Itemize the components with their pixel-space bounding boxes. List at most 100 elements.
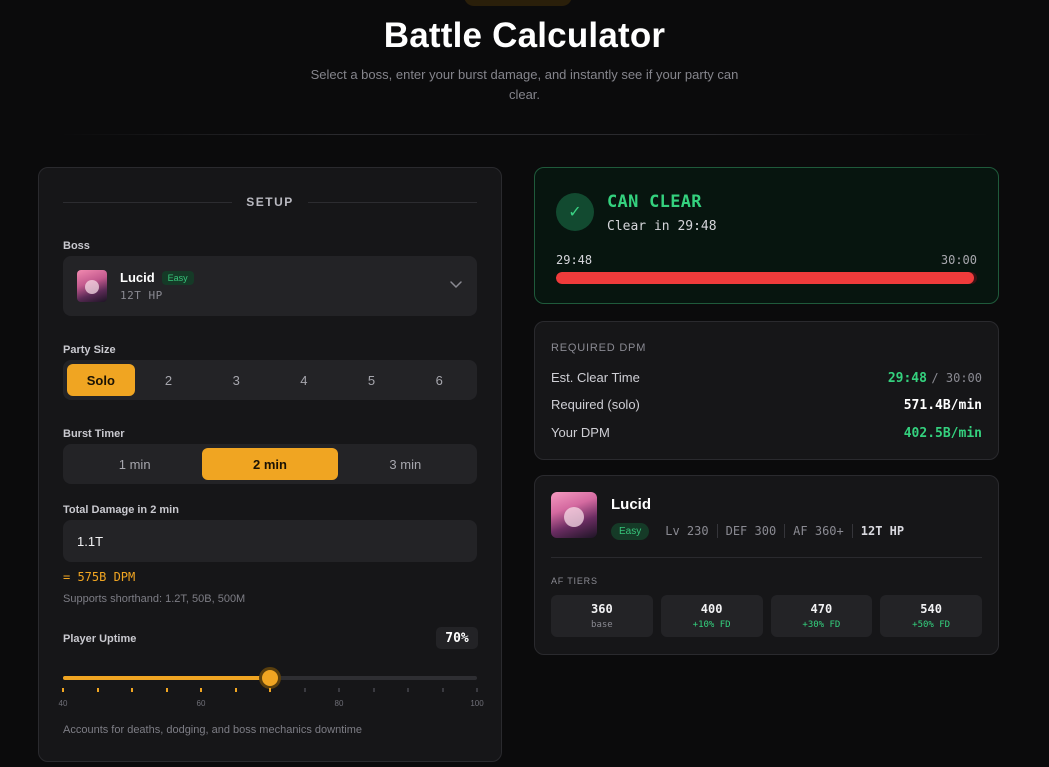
af-tier-value: 540 <box>920 602 942 616</box>
player-uptime-label: Player Uptime <box>63 633 137 645</box>
clear-time-value: 29:48 <box>887 371 927 386</box>
party-size-option-2[interactable]: 2 <box>135 364 203 396</box>
af-tier-bonus: +50% FD <box>912 620 951 630</box>
slider-tick <box>441 688 444 692</box>
uptime-hint: Accounts for deaths, dodging, and boss m… <box>63 724 363 736</box>
boss-card-name: Lucid <box>611 496 651 513</box>
shorthand-hint: Supports shorthand: 1.2T, 50B, 500M <box>63 593 246 605</box>
your-dpm-row: Your DPM 402.5B/min <box>551 425 982 441</box>
af-tier-bonus: +10% FD <box>692 620 731 630</box>
slider-tick <box>407 688 409 692</box>
burst-timer-label: Burst Timer <box>63 428 125 440</box>
party-size-label: Party Size <box>63 344 116 356</box>
total-damage-input[interactable] <box>63 520 477 562</box>
boss-label: Boss <box>63 240 90 252</box>
result-card: ✓ CAN CLEAR Clear in 29:48 29:48 30:00 <box>534 167 999 304</box>
boss-info: Lucid Easy 12T HP <box>120 270 194 302</box>
clear-time-row: Est. Clear Time 29:48 / 30:00 <box>551 369 982 387</box>
burst-timer-selector: 1 min 2 min 3 min <box>63 444 477 484</box>
boss-info-card: Lucid Easy Lv 230 DEF 300 AF 360+ 12T HP… <box>534 475 999 655</box>
uptime-slider[interactable] <box>63 667 477 689</box>
af-tier-470: 470 +30% FD <box>770 595 873 637</box>
total-damage-label: Total Damage in 2 min <box>63 504 179 516</box>
af-tier-value: 470 <box>810 602 833 616</box>
af-tiers: 360 base 400 +10% FD 470 +30% FD 540 +50… <box>551 595 982 637</box>
boss-hp: 12T HP <box>120 289 163 302</box>
boss-select[interactable]: Lucid Easy 12T HP <box>63 256 477 316</box>
difficulty-badge: Easy <box>161 270 194 285</box>
af-tiers-heading: AF TIERS <box>551 576 598 586</box>
party-size-option-4[interactable]: 4 <box>270 364 338 396</box>
af-tier-bonus: base <box>591 620 613 630</box>
tick-label-60: 60 <box>196 699 206 708</box>
check-icon: ✓ <box>556 193 594 231</box>
boss-stats: Easy Lv 230 DEF 300 AF 360+ 12T HP <box>611 521 912 541</box>
dpm-heading: REQUIRED DPM <box>551 342 647 354</box>
boss-card-difficulty-badge: Easy <box>611 522 650 540</box>
required-dpm-card: REQUIRED DPM Est. Clear Time 29:48 / 30:… <box>534 321 999 460</box>
slider-tick <box>338 688 340 692</box>
boss-avatar <box>77 270 107 302</box>
slider-tick <box>131 688 133 692</box>
party-size-option-3[interactable]: 3 <box>202 364 270 396</box>
af-tier-bonus: +30% FD <box>802 620 841 630</box>
party-size-option-6[interactable]: 6 <box>405 364 473 396</box>
heading-rule-left <box>63 201 233 203</box>
boss-card-hp: 12T HP <box>851 524 912 538</box>
required-dpm-value: 571.4B/min <box>903 398 982 413</box>
boss-name: Lucid <box>120 270 155 285</box>
slider-tick <box>303 688 306 692</box>
slider-tick <box>200 688 202 692</box>
clear-time-bar <box>556 272 977 284</box>
your-dpm-label: Your DPM <box>551 425 610 440</box>
clear-time-values: 29:48 / 30:00 <box>888 369 982 387</box>
party-size-option-solo[interactable]: Solo <box>67 364 135 396</box>
your-dpm-value: 402.5B/min <box>903 426 982 441</box>
tick-label-40: 40 <box>58 699 68 708</box>
burst-timer-option-2min[interactable]: 2 min <box>202 448 338 480</box>
boss-af: AF 360+ <box>784 524 852 538</box>
boss-portrait <box>551 492 597 538</box>
required-dpm-label: Required (solo) <box>551 397 640 412</box>
burst-timer-option-1min[interactable]: 1 min <box>67 448 202 480</box>
slider-tick <box>234 688 237 692</box>
clear-time-right: 30:00 <box>940 253 977 267</box>
slider-tick <box>96 688 99 692</box>
setup-heading-text: SETUP <box>246 195 294 209</box>
af-tier-value: 360 <box>591 602 613 616</box>
boss-name-row: Lucid Easy <box>120 270 194 285</box>
uptime-slider-fill <box>63 676 270 680</box>
burst-timer-option-3min[interactable]: 3 min <box>338 448 473 480</box>
slider-tick <box>62 688 64 692</box>
slider-tick <box>165 688 168 692</box>
tick-label-100: 100 <box>470 699 484 708</box>
setup-heading: SETUP <box>63 194 478 210</box>
clear-time-left: 29:48 <box>556 253 593 267</box>
page-title: Battle Calculator <box>383 16 666 55</box>
boss-level: Lv 230 <box>665 524 709 538</box>
result-status: CAN CLEAR <box>607 192 702 212</box>
af-tier-540: 540 +50% FD <box>880 595 982 637</box>
clear-time-limit: / 30:00 <box>931 371 982 385</box>
boss-def: DEF 300 <box>716 524 785 538</box>
page-subtitle: Select a boss, enter your burst damage, … <box>310 67 739 102</box>
header-divider <box>60 134 989 135</box>
uptime-slider-thumb[interactable] <box>259 667 281 689</box>
af-tier-value: 400 <box>700 602 723 616</box>
uptime-value-badge: 70% <box>436 627 478 649</box>
computed-dpm: = 575B DPM <box>63 570 136 584</box>
setup-panel: SETUP Boss Lucid Easy 12T HP Party Size … <box>38 167 502 762</box>
party-size-option-5[interactable]: 5 <box>338 364 406 396</box>
af-tier-400: 400 +10% FD <box>660 595 763 637</box>
heading-rule-right <box>307 201 478 203</box>
chevron-down-icon <box>450 281 462 289</box>
clear-time-bar-fill <box>556 272 975 284</box>
slider-tick <box>476 688 478 692</box>
required-dpm-row: Required (solo) 571.4B/min <box>551 397 982 413</box>
boss-card-divider <box>551 557 982 558</box>
tick-label-80: 80 <box>334 699 344 708</box>
slider-tick <box>269 688 271 692</box>
header-decoration <box>464 0 572 6</box>
slider-tick <box>372 688 375 692</box>
party-size-selector: Solo 2 3 4 5 6 <box>63 360 477 400</box>
